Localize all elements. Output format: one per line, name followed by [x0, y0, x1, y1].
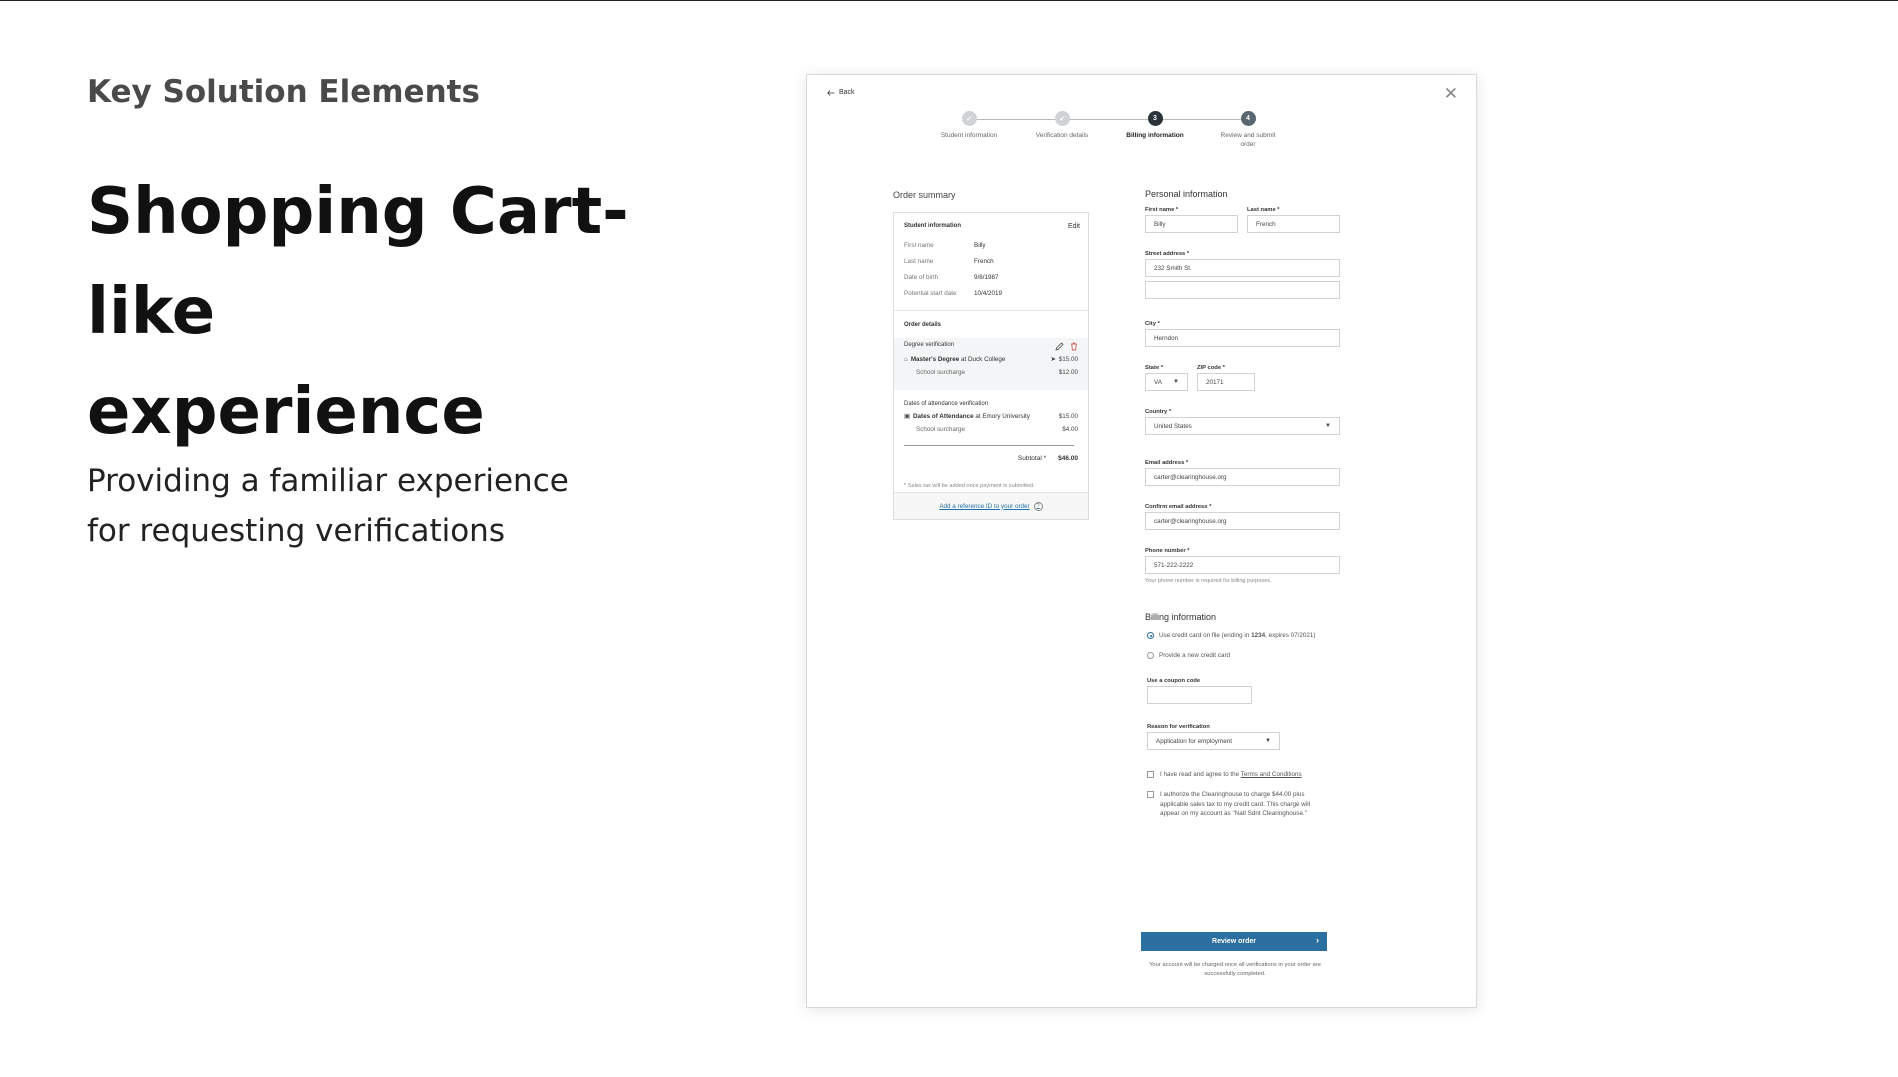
student-field: Date of birth 9/8/1987	[904, 274, 999, 281]
personal-info-title: Personal information	[1145, 189, 1228, 199]
last-name-input[interactable]: French	[1247, 215, 1340, 233]
graduation-cap-icon: ⌂	[904, 356, 908, 363]
degree-surcharge: School surcharge $12.00	[916, 369, 1078, 376]
degree-line-item: ⌂ Master's Degree at Duck College ➤ $15.0…	[904, 356, 1078, 363]
step-billing-information: 3 Billing information	[1110, 111, 1200, 140]
street-input[interactable]: 232 Smith St.	[1145, 259, 1340, 277]
step-number-4: 4	[1240, 111, 1256, 126]
review-order-button[interactable]: Review order ›	[1141, 932, 1327, 951]
slide-headline: Shopping Cart-like experience	[87, 162, 727, 462]
caret-down-icon: ▼	[1325, 423, 1331, 429]
check-icon: ✓	[961, 111, 977, 126]
attendance-line-item: ▣ Dates of Attendance at Emory University…	[904, 413, 1078, 420]
headline-line-2: experience	[87, 375, 485, 449]
authorize-checkbox-row[interactable]: I authorize the Clearinghouse to charge …	[1147, 790, 1329, 819]
reason-select[interactable]: Application for employment ▼	[1147, 732, 1280, 750]
email-input[interactable]: carter@clearinghouse.org	[1145, 468, 1340, 486]
city-input[interactable]: Herndon	[1145, 329, 1340, 347]
order-details-title: Order details	[904, 322, 942, 328]
checkout-mockup: Back ✕ ✓ Student information ✓ Verificat…	[806, 74, 1477, 1008]
subtext-line-2: for requesting verifications	[87, 513, 505, 549]
country-select[interactable]: United States ▼	[1145, 417, 1340, 435]
caret-down-icon: ▼	[1173, 379, 1179, 385]
order-summary-title: Order summary	[893, 190, 956, 200]
street2-input[interactable]	[1145, 281, 1340, 299]
trash-icon[interactable]	[1070, 342, 1078, 351]
phone-help: Your phone number is required for billin…	[1145, 578, 1272, 584]
email-label: Email address *	[1145, 460, 1189, 466]
last-name-label: Last name *	[1247, 207, 1280, 213]
slide-subtext: Providing a familiar experience for requ…	[87, 456, 647, 556]
first-name-input[interactable]: Billy	[1145, 215, 1238, 233]
terms-checkbox-row[interactable]: I have read and agree to the Terms and C…	[1147, 770, 1342, 780]
street-label: Street address *	[1145, 251, 1190, 257]
degree-verification-block: Degree verification ⌂ Master's Degree at …	[894, 338, 1088, 390]
state-select[interactable]: VA ▼	[1145, 373, 1188, 391]
zip-input[interactable]: 20171	[1197, 373, 1255, 391]
radio-selected[interactable]	[1147, 632, 1154, 639]
order-summary-card: Student information Edit First name Billy…	[893, 212, 1089, 520]
billing-info-title: Billing information	[1145, 612, 1217, 622]
card-on-file-option[interactable]: Use credit card on file (ending in 1234,…	[1147, 632, 1315, 639]
cursor-icon: ➤	[1050, 356, 1056, 363]
student-info-title: Student information	[904, 223, 961, 229]
subtotal-rule	[904, 445, 1074, 446]
new-card-option[interactable]: Provide a new credit card	[1147, 652, 1230, 659]
reason-label: Reason for verification	[1147, 724, 1210, 730]
headline-line-1: Shopping Cart-like	[87, 175, 629, 349]
arrow-left-icon	[827, 89, 835, 96]
terms-link[interactable]: Terms and Conditions	[1241, 771, 1302, 778]
first-name-label: First name *	[1145, 207, 1179, 213]
divider	[894, 310, 1088, 311]
step-student-information[interactable]: ✓ Student information	[924, 111, 1014, 140]
pencil-icon[interactable]	[1055, 342, 1064, 351]
attendance-surcharge: School surcharge $4.00	[916, 426, 1078, 433]
student-field: Last name French	[904, 258, 994, 265]
terms-checkbox[interactable]	[1147, 771, 1154, 778]
step-verification-details[interactable]: ✓ Verification details	[1017, 111, 1107, 140]
phone-input[interactable]: 571-222-2222	[1145, 556, 1340, 574]
zip-label: ZIP code *	[1197, 365, 1225, 371]
student-field: Potential start date 10/4/2019	[904, 290, 1003, 297]
country-label: Country *	[1145, 409, 1172, 415]
state-label: State *	[1145, 365, 1164, 371]
subtotal: Subtotal * $46.00	[1017, 455, 1078, 462]
authorize-checkbox[interactable]	[1147, 791, 1154, 798]
chevron-right-icon: ›	[1316, 935, 1319, 945]
radio-unselected[interactable]	[1147, 652, 1154, 659]
calendar-icon: ▣	[904, 413, 910, 420]
confirm-email-label: Confirm email address *	[1145, 504, 1212, 510]
degree-section-title: Degree verification	[904, 342, 955, 348]
step-number-3: 3	[1147, 111, 1163, 126]
tax-note: * Sales tax will be added once payment i…	[904, 483, 1035, 489]
coupon-label: Use a coupon code	[1147, 678, 1201, 684]
caret-down-icon: ▼	[1265, 738, 1271, 744]
confirm-email-input[interactable]: carter@clearinghouse.org	[1145, 512, 1340, 530]
progress-stepper: ✓ Student information ✓ Verification det…	[941, 111, 1275, 161]
help-icon[interactable]: ?	[1033, 501, 1043, 511]
slide-kicker: Key Solution Elements	[87, 74, 480, 110]
back-link[interactable]: Back	[827, 89, 855, 96]
step-review-and-submit: 4 Review and submit order	[1213, 111, 1283, 149]
charge-note: Your account will be charged once all ve…	[1149, 962, 1321, 977]
close-icon[interactable]: ✕	[1444, 85, 1458, 102]
attendance-section-title: Dates of attendance verification	[904, 401, 989, 407]
student-field: First name Billy	[904, 242, 986, 249]
subtext-line-1: Providing a familiar experience	[87, 463, 569, 499]
back-label: Back	[839, 89, 855, 96]
phone-label: Phone number *	[1145, 548, 1190, 554]
edit-link[interactable]: Edit	[1068, 223, 1080, 230]
city-label: City *	[1145, 321, 1160, 327]
check-icon: ✓	[1054, 111, 1070, 126]
top-rule	[0, 0, 1898, 1]
reference-id-link[interactable]: Add a reference ID to your order ?	[894, 492, 1088, 519]
coupon-input[interactable]	[1147, 686, 1252, 704]
